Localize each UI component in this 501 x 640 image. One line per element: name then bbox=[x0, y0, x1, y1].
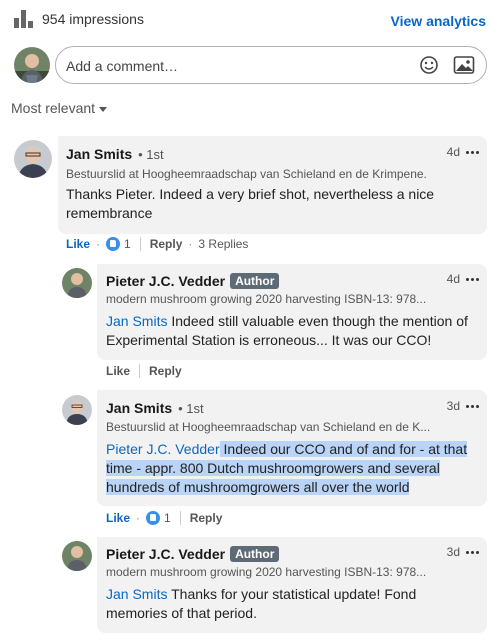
reply-actions: Like · 1 Reply bbox=[106, 511, 223, 525]
reaction-count[interactable]: 1 bbox=[124, 237, 131, 251]
comment-bubble: Jan Smits • 1st Bestuurslid at Hoogheemra… bbox=[58, 136, 487, 234]
reply-author-name[interactable]: Pieter J.C. Vedder bbox=[106, 273, 225, 289]
reply-author-headline: modern mushroom growing 2020 harvesting … bbox=[106, 565, 427, 579]
reply-button[interactable]: Reply bbox=[149, 364, 182, 378]
author-badge: Author bbox=[230, 546, 280, 562]
bar-chart-icon bbox=[14, 10, 34, 28]
reply-time: 3d bbox=[446, 545, 460, 559]
reply-bubble: Pieter J.C. Vedder Author modern mushroom… bbox=[97, 537, 487, 633]
more-icon[interactable] bbox=[466, 404, 479, 408]
reaction-count[interactable]: 1 bbox=[164, 511, 171, 525]
mention-link[interactable]: Pieter J.C. Vedder bbox=[106, 441, 220, 457]
comment-time: 4d bbox=[446, 145, 460, 159]
like-reaction-icon bbox=[146, 511, 161, 525]
reply-button[interactable]: Reply bbox=[150, 237, 183, 251]
sort-dropdown[interactable]: Most relevant bbox=[11, 100, 108, 116]
mention-link[interactable]: Jan Smits bbox=[106, 313, 167, 329]
reply-text: Jan Smits Indeed still valuable even tho… bbox=[106, 313, 468, 348]
author-badge: Author bbox=[230, 273, 280, 289]
reply-time: 4d bbox=[446, 272, 460, 286]
view-analytics-link[interactable]: View analytics bbox=[391, 13, 486, 29]
current-user-avatar bbox=[14, 47, 50, 83]
like-reaction-icon bbox=[106, 237, 121, 251]
like-button[interactable]: Like bbox=[106, 364, 130, 378]
like-button[interactable]: Like bbox=[106, 511, 130, 525]
emoji-icon[interactable] bbox=[419, 55, 439, 75]
reply-author-avatar[interactable] bbox=[62, 395, 92, 425]
more-icon[interactable] bbox=[466, 277, 479, 281]
reply-author-avatar[interactable] bbox=[62, 268, 92, 298]
comment-placeholder: Add a comment… bbox=[66, 58, 179, 74]
reply-text: Pieter J.C. Vedder Indeed our CCO and of… bbox=[106, 441, 468, 495]
more-icon[interactable] bbox=[466, 550, 479, 554]
reply-bubble: Jan Smits • 1st Bestuurslid at Hoogheemra… bbox=[97, 390, 487, 506]
reply-actions: Like Reply bbox=[106, 364, 182, 378]
reply-author-name[interactable]: Jan Smits bbox=[106, 400, 172, 416]
reply-author-headline: Bestuurslid at Hoogheemraadschap van Sch… bbox=[106, 420, 431, 434]
replies-count[interactable]: 3 Replies bbox=[198, 237, 248, 251]
more-icon[interactable] bbox=[466, 150, 479, 154]
commenter-avatar[interactable] bbox=[14, 140, 52, 178]
reply-bubble: Pieter J.C. Vedder Author modern mushroom… bbox=[97, 264, 487, 360]
reply-time: 3d bbox=[446, 399, 460, 413]
chevron-down-icon bbox=[99, 106, 108, 112]
reply-button[interactable]: Reply bbox=[190, 511, 223, 525]
sort-label: Most relevant bbox=[11, 100, 96, 116]
mention-link[interactable]: Jan Smits bbox=[106, 586, 167, 602]
comment-input[interactable]: Add a comment… bbox=[55, 46, 487, 84]
comment-actions: Like · 1 Reply · 3 Replies bbox=[66, 237, 249, 251]
reply-author-headline: modern mushroom growing 2020 harvesting … bbox=[106, 292, 427, 306]
impressions-count: 954 impressions bbox=[42, 11, 144, 27]
connection-degree: • 1st bbox=[178, 401, 204, 416]
reply-author-avatar[interactable] bbox=[62, 541, 92, 571]
connection-degree: • 1st bbox=[138, 147, 164, 162]
image-icon[interactable] bbox=[453, 55, 475, 75]
reply-text: Jan Smits Thanks for your statistical up… bbox=[106, 586, 417, 621]
commenter-name[interactable]: Jan Smits bbox=[66, 146, 132, 162]
comment-text: Thanks Pieter. Indeed a very brief shot,… bbox=[66, 186, 435, 221]
impressions-row: 954 impressions bbox=[14, 10, 144, 28]
like-button[interactable]: Like bbox=[66, 237, 90, 251]
commenter-headline: Bestuurslid at Hoogheemraadschap van Sch… bbox=[66, 167, 426, 181]
reply-author-name[interactable]: Pieter J.C. Vedder bbox=[106, 546, 225, 562]
